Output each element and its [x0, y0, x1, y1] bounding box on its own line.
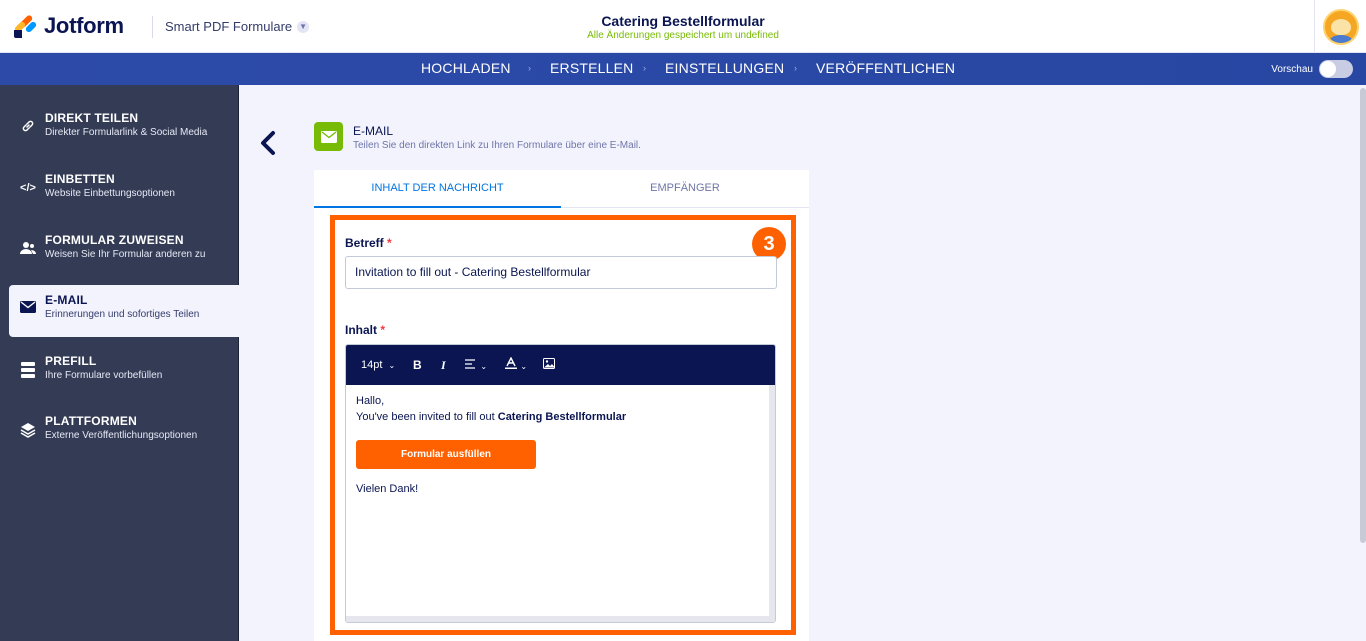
required-mark: *	[387, 236, 392, 250]
nav-separator: ›	[794, 63, 797, 73]
chevron-down-icon: ⌄	[480, 362, 488, 371]
nav-item-publish[interactable]: VERÖFFENTLICHEN	[816, 53, 955, 85]
align-left-icon	[465, 358, 480, 372]
avatar	[1322, 8, 1359, 45]
editor-horizontal-scrollbar[interactable]	[346, 616, 775, 622]
form-title[interactable]: Catering Bestellformular	[0, 13, 1366, 29]
envelope-icon	[20, 301, 36, 317]
font-size-value: 14pt	[361, 359, 383, 371]
bold-button[interactable]: B	[413, 345, 422, 385]
layers-icon	[20, 422, 36, 438]
sidebar-item-direct-share[interactable]: DIREKT TEILEN Direkter Formularlink & So…	[0, 103, 238, 155]
section-subtitle: Teilen Sie den direkten Link zu Ihren Fo…	[353, 140, 641, 151]
invite-form-name: Catering Bestellformular	[497, 411, 627, 423]
align-button[interactable]: ⌄	[465, 345, 487, 385]
sidebar-item-subtitle: Website Einbettungsoptionen	[45, 188, 175, 199]
save-status: Alle Änderungen gespeichert um undefined	[587, 30, 779, 41]
envelope-icon	[314, 122, 343, 151]
invite-text: You've been invited to fill out Catering…	[356, 411, 626, 423]
sidebar-item-subtitle: Ihre Formulare vorbefüllen	[45, 370, 163, 381]
subject-label-text: Betreff	[345, 236, 384, 250]
sidebar-item-subtitle: Weisen Sie Ihr Formular anderen zu	[45, 249, 206, 260]
closing-text: Vielen Dank!	[356, 483, 419, 495]
sidebar-item-title: DIREKT TEILEN	[45, 111, 139, 125]
content-label: Inhalt *	[345, 323, 385, 337]
publish-sidebar: DIREKT TEILEN Direkter Formularlink & So…	[0, 85, 239, 641]
content-label-text: Inhalt	[345, 323, 377, 337]
sidebar-item-title: FORMULAR ZUWEISEN	[45, 233, 184, 247]
top-header: Jotform Smart PDF Formulare ▼ Catering B…	[0, 0, 1366, 53]
editor-content[interactable]: Hallo, You've been invited to fill out C…	[346, 385, 771, 618]
tab-recipients[interactable]: EMPFÄNGER	[561, 170, 809, 208]
invite-prefix: You've been invited to fill out	[356, 411, 498, 423]
scrollbar-thumb[interactable]	[1360, 88, 1366, 543]
text-color-icon	[505, 356, 520, 372]
page-scrollbar[interactable]	[1360, 85, 1366, 641]
rich-text-editor[interactable]: 14pt ⌄ B I ⌄ ⌄ Hallo, You've been invite…	[345, 344, 776, 623]
sidebar-item-prefill[interactable]: PREFILL Ihre Formulare vorbefüllen	[0, 346, 238, 398]
sidebar-item-title: PLATTFORMEN	[45, 414, 137, 428]
preview-switch[interactable]	[1319, 60, 1353, 78]
chevron-down-icon: ⌄	[388, 361, 396, 370]
sidebar-item-email[interactable]: E-MAIL Erinnerungen und sofortiges Teile…	[9, 285, 239, 337]
sidebar-item-assign[interactable]: FORMULAR ZUWEISEN Weisen Sie Ihr Formula…	[0, 225, 238, 277]
nav-separator: ›	[528, 63, 531, 73]
code-icon: </>	[20, 182, 36, 194]
image-icon	[543, 358, 555, 372]
sidebar-item-title: EINBETTEN	[45, 172, 115, 186]
nav-item-upload[interactable]: HOCHLADEN	[421, 53, 511, 85]
sidebar-item-subtitle: Direkter Formularlink & Social Media	[45, 127, 208, 138]
subject-label: Betreff *	[345, 236, 392, 250]
main-nav: HOCHLADEN › ERSTELLEN › EINSTELLUNGEN › …	[0, 53, 1366, 85]
sidebar-item-title: PREFILL	[45, 354, 97, 368]
editor-toolbar: 14pt ⌄ B I ⌄ ⌄	[346, 345, 775, 385]
nav-item-build[interactable]: ERSTELLEN	[550, 53, 634, 85]
link-icon	[20, 119, 36, 135]
sidebar-item-subtitle: Erinnerungen und sofortiges Teilen	[45, 309, 200, 320]
subject-input[interactable]: Invitation to fill out - Catering Bestel…	[345, 256, 777, 289]
sidebar-item-title: E-MAIL	[45, 293, 88, 307]
tab-message-content[interactable]: INHALT DER NACHRICHT	[314, 170, 561, 208]
required-mark: *	[380, 323, 386, 337]
font-size-select[interactable]: 14pt ⌄	[361, 345, 395, 385]
sidebar-item-platforms[interactable]: PLATTFORMEN Externe Veröffentlichungsopt…	[0, 406, 238, 458]
sidebar-item-subtitle: Externe Veröffentlichungsoptionen	[45, 430, 198, 441]
preview-label: Vorschau	[1271, 63, 1313, 75]
nav-item-settings[interactable]: EINSTELLUNGEN	[665, 53, 784, 85]
insert-image-button[interactable]	[543, 345, 555, 385]
text-color-button[interactable]: ⌄	[505, 345, 527, 385]
back-chevron-icon[interactable]	[259, 130, 277, 163]
preview-toggle[interactable]: Vorschau	[1271, 60, 1353, 78]
nav-separator: ›	[643, 63, 646, 73]
email-tabs: INHALT DER NACHRICHT EMPFÄNGER	[314, 170, 809, 208]
form-title-area: Catering Bestellformular Alle Änderungen…	[0, 13, 1366, 41]
greeting-text: Hallo,	[356, 395, 385, 407]
sidebar-item-embed[interactable]: </> EINBETTEN Website Einbettungsoptione…	[0, 164, 238, 216]
database-icon	[20, 362, 36, 378]
chevron-down-icon: ⌄	[520, 362, 528, 371]
fill-form-button[interactable]: Formular ausfüllen	[356, 440, 536, 469]
users-icon	[20, 241, 36, 257]
italic-button[interactable]: I	[441, 345, 446, 385]
account-menu[interactable]	[1314, 0, 1366, 53]
section-title: E-MAIL	[353, 124, 394, 138]
editor-vertical-scrollbar[interactable]	[769, 385, 775, 618]
